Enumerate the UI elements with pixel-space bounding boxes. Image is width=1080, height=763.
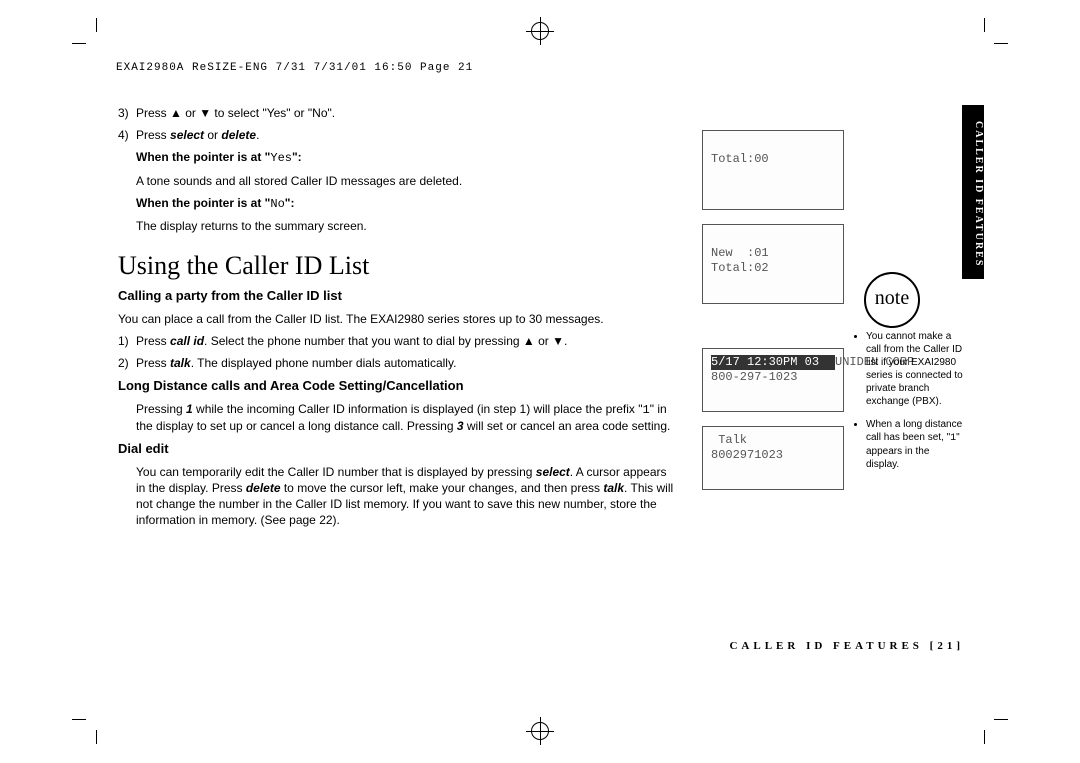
dial-edit-body: You can temporarily edit the Caller ID n… xyxy=(136,464,678,529)
crop-mark xyxy=(984,730,985,744)
note-column: You cannot make a call from the Caller I… xyxy=(854,330,964,481)
crop-mark xyxy=(984,18,985,32)
lcd-screen-new-total: New :01 Total:02 xyxy=(702,224,844,304)
registration-mark-icon xyxy=(531,22,549,40)
calling-step-1: 1)Press call id. Select the phone number… xyxy=(118,333,678,349)
document-page: EXAI2980A ReSIZE-ENG 7/31 7/31/01 16:50 … xyxy=(0,0,1080,763)
crop-mark xyxy=(72,43,86,44)
section-title: Using the Caller ID List xyxy=(118,248,678,283)
note-item-1: You cannot make a call from the Caller I… xyxy=(866,330,964,408)
crop-mark xyxy=(96,730,97,744)
note-item-2: When a long distance call has been set, … xyxy=(866,418,964,471)
step-3-text: Press ▲ or ▼ to select "Yes" or "No". xyxy=(136,106,335,120)
calling-step-1-text: Press call id. Select the phone number t… xyxy=(136,334,567,348)
calling-step-2: 2)Press talk. The displayed phone number… xyxy=(118,355,678,371)
page-footer: CALLER ID FEATURES [21] xyxy=(729,640,964,652)
long-distance-body: Pressing 1 while the incoming Caller ID … xyxy=(136,401,678,434)
note-icon: note xyxy=(864,272,920,328)
crop-mark xyxy=(96,18,97,32)
step-4-text: Press select or delete. xyxy=(136,128,259,142)
dial-edit-heading: Dial edit xyxy=(118,440,678,458)
pointer-yes-body: A tone sounds and all stored Caller ID m… xyxy=(136,173,678,189)
crop-mark xyxy=(72,719,86,720)
crop-mark xyxy=(994,43,1008,44)
lcd-screen-total: Total:00 xyxy=(702,130,844,210)
step-4: 4)Press select or delete. xyxy=(118,127,678,143)
main-content: 3)Press ▲ or ▼ to select "Yes" or "No". … xyxy=(118,105,678,535)
side-tab: CALLER ID FEATURES xyxy=(962,105,984,279)
lcd-column: Total:00 New :01 Total:02 5/17 12:30PM 0… xyxy=(702,130,844,504)
pointer-yes-heading: When the pointer is at "Yes": xyxy=(136,149,678,166)
calling-intro: You can place a call from the Caller ID … xyxy=(118,311,678,327)
print-header: EXAI2980A ReSIZE-ENG 7/31 7/31/01 16:50 … xyxy=(116,62,473,74)
pointer-no-body: The display returns to the summary scree… xyxy=(136,218,678,234)
long-distance-heading: Long Distance calls and Area Code Settin… xyxy=(118,377,678,395)
lcd-screen-caller-id: 5/17 12:30PM 03UNIDEN CORP 800-297-1023 xyxy=(702,348,844,412)
calling-heading: Calling a party from the Caller ID list xyxy=(118,287,678,305)
step-3: 3)Press ▲ or ▼ to select "Yes" or "No". xyxy=(118,105,678,121)
lcd-screen-talk: Talk 8002971023 xyxy=(702,426,844,490)
crop-mark xyxy=(994,719,1008,720)
pointer-no-heading: When the pointer is at "No": xyxy=(136,195,678,212)
registration-mark-icon xyxy=(531,722,549,740)
calling-step-2-text: Press talk. The displayed phone number d… xyxy=(136,356,456,370)
